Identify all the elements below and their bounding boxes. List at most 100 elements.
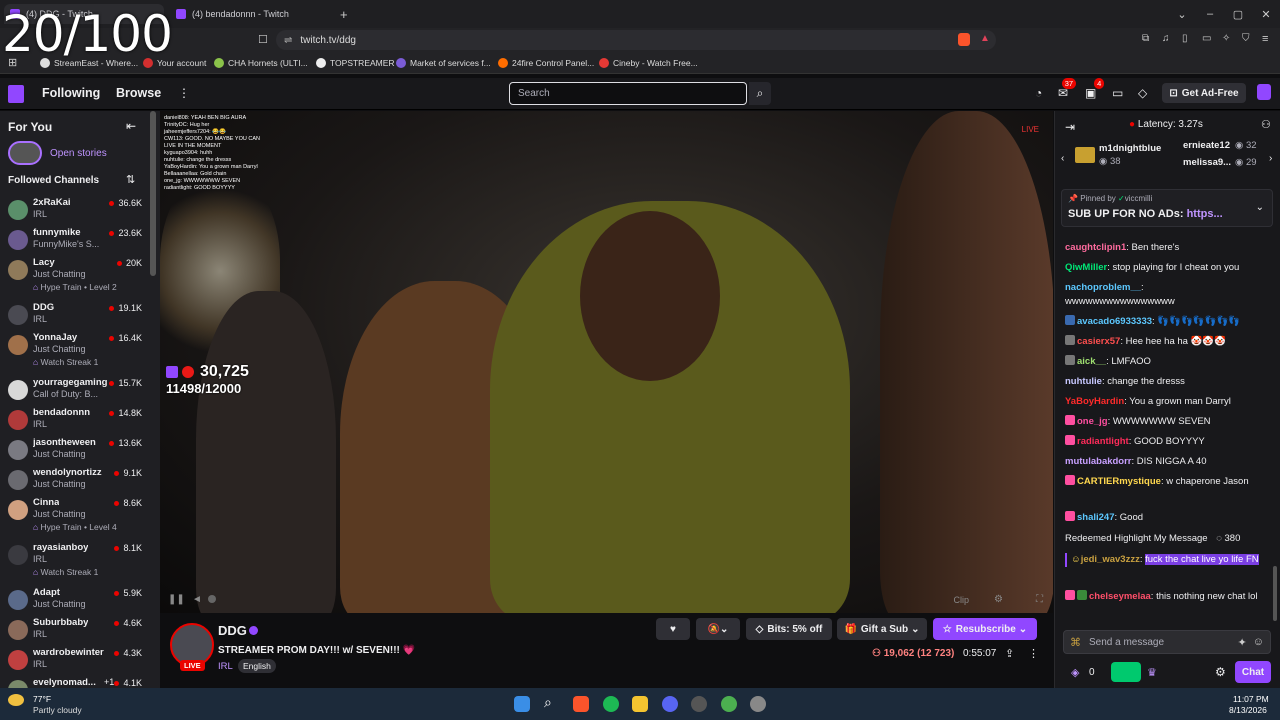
- chat-message[interactable]: casierx57: Hee hee ha ha 🤡🤡🤡: [1065, 335, 1270, 349]
- sidebar-channel-funnymike[interactable]: funnymike FunnyMike's S... 23.6K: [0, 224, 150, 254]
- chat-username[interactable]: radiantlight: [1077, 436, 1129, 447]
- stream-category[interactable]: IRL: [218, 661, 233, 672]
- sidebar-icon[interactable]: ▯: [1182, 33, 1188, 44]
- whispers-icon[interactable]: ▭: [1112, 86, 1123, 100]
- chat-message[interactable]: CARTIERmystique: w chaperone Jason: [1065, 475, 1270, 489]
- gift-sub-button[interactable]: 🎁 Gift a Sub ⌄: [837, 618, 927, 640]
- extensions-icon[interactable]: ⧉: [1142, 33, 1149, 44]
- fullscreen-icon[interactable]: ⛶: [1036, 594, 1043, 605]
- highlighted-message[interactable]: ☺jedi_wav3zzz: fuck the chat live yo lif…: [1065, 553, 1270, 567]
- bookmark-item[interactable]: TOPSTREAMER: [316, 56, 395, 70]
- open-stories[interactable]: Open stories: [8, 141, 107, 165]
- bookmark-item[interactable]: 24fire Control Panel...: [498, 56, 594, 70]
- sidebar-channel-ddg[interactable]: DDG IRL 19.1K: [0, 299, 150, 329]
- chat-message[interactable]: one_jg: WWWWWWW SEVEN: [1065, 415, 1270, 429]
- settings-icon[interactable]: ⚙: [994, 594, 1003, 605]
- bookmark-item[interactable]: Market of services f...: [396, 56, 491, 70]
- channel-points-icon[interactable]: ◈: [1071, 666, 1079, 679]
- vpn-icon[interactable]: ⛉: [1242, 33, 1250, 44]
- user-avatar-icon[interactable]: [1257, 84, 1271, 100]
- community-icon[interactable]: ⚇: [1261, 118, 1271, 131]
- discord-icon[interactable]: [662, 696, 678, 712]
- notification-bell-button[interactable]: 🔕⌄: [696, 618, 740, 640]
- windows-start-icon[interactable]: [514, 696, 530, 712]
- search-icon[interactable]: ⌕: [544, 694, 560, 710]
- leaderboard-prev-icon[interactable]: ‹: [1061, 153, 1064, 164]
- leader-name[interactable]: melissa9...: [1183, 157, 1231, 168]
- sidebar-channel-2xrakai[interactable]: 2xRaKai IRL 36.6K: [0, 194, 150, 224]
- chat-username[interactable]: one_jg: [1077, 416, 1108, 427]
- sidebar-channel-wardrobewinter[interactable]: wardrobewinter IRL 4.3K: [0, 644, 150, 674]
- chat-username[interactable]: casierx57: [1077, 336, 1120, 347]
- app-icon[interactable]: [691, 696, 707, 712]
- bookmark-icon[interactable]: ☐: [258, 33, 268, 46]
- chat-username[interactable]: caughtclipin1: [1065, 242, 1126, 253]
- pinned-link[interactable]: https...: [1187, 208, 1223, 220]
- nav-following[interactable]: Following: [42, 86, 100, 100]
- file-explorer-icon[interactable]: [632, 696, 648, 712]
- leader-name[interactable]: m1dnightblue: [1099, 143, 1161, 154]
- chat-message[interactable]: nuhtulie: change the dresss: [1065, 375, 1270, 389]
- brave-rewards-icon[interactable]: ▲: [980, 33, 990, 44]
- chat-settings-icon[interactable]: ⚙: [1215, 665, 1226, 679]
- chat-username[interactable]: nuhtulie: [1065, 376, 1102, 387]
- prime-icon[interactable]: ◔: [1035, 86, 1042, 100]
- emote-picker-icon[interactable]: ☺: [1253, 636, 1264, 648]
- share-icon[interactable]: ⇪: [1005, 647, 1014, 660]
- follow-heart-button[interactable]: ♥: [656, 618, 690, 640]
- sidebar-channel-lacy[interactable]: Lacy Just Chatting ⌂ Hype Train • Level 2 2…: [0, 254, 150, 292]
- sidebar-channel-rayasianboy[interactable]: rayasianboy IRL ⌂ Watch Streak 1 8.1K: [0, 539, 150, 577]
- search-input[interactable]: Search: [509, 82, 747, 105]
- sidebar-channel-wendolynortizz[interactable]: wendolynortizz Just Chatting 9.1K: [0, 464, 150, 494]
- settings-icon[interactable]: [750, 696, 766, 712]
- chat-scrollbar[interactable]: [1273, 566, 1277, 621]
- chat-username[interactable]: YaBoyHardin: [1065, 396, 1124, 407]
- sidebar-channel-bendadonnn[interactable]: bendadonnn IRL 14.8K: [0, 404, 150, 434]
- close-window-icon[interactable]: ✕: [1252, 8, 1280, 21]
- twitch-logo-icon[interactable]: [8, 85, 24, 103]
- chat-username[interactable]: CARTIERmystique: [1077, 476, 1161, 487]
- chat-message[interactable]: caughtclipin1: Ben there's: [1065, 241, 1270, 255]
- cheer-icon[interactable]: ✦: [1238, 636, 1247, 649]
- url-bar[interactable]: ⇌ twitch.tv/ddg: [276, 30, 996, 50]
- chat-message[interactable]: chelseymelaa: this nothing new chat lol: [1065, 590, 1270, 604]
- tab-search-icon[interactable]: ⌄: [1168, 8, 1196, 21]
- maximize-icon[interactable]: ▢: [1224, 8, 1252, 21]
- new-tab-button[interactable]: +: [334, 4, 348, 24]
- brave-browser-icon[interactable]: [573, 696, 589, 712]
- video-player[interactable]: LIVE daniel808: YEAH BEN BIG AURA Trinity…: [160, 111, 1053, 613]
- get-ad-free-button[interactable]: ⊡ Get Ad-Free: [1162, 83, 1246, 103]
- sidebar-scrollbar[interactable]: [150, 111, 156, 276]
- chat-message[interactable]: QiwMiller: stop playing for I cheat on y…: [1065, 261, 1270, 275]
- resubscribe-button[interactable]: ☆ Resubscribe ⌄: [933, 618, 1037, 640]
- chat-send-button[interactable]: Chat: [1235, 661, 1271, 683]
- chat-username[interactable]: jedi_wav3zzz: [1081, 554, 1140, 565]
- chat-message[interactable]: wwwwwwwwwwwwwwww: [1065, 295, 1270, 309]
- site-settings-icon[interactable]: ⇌: [284, 35, 292, 46]
- chat-username[interactable]: shali247: [1077, 512, 1115, 523]
- chat-username[interactable]: avacado6933333: [1077, 316, 1152, 327]
- bookmark-item[interactable]: CHA Hornets (ULTI...: [214, 56, 308, 70]
- spotify-icon[interactable]: [603, 696, 619, 712]
- more-icon[interactable]: ⋮: [178, 86, 190, 100]
- pinned-message[interactable]: 📌 Pinned by ✓viccmilli SUB UP FOR NO ADs…: [1061, 189, 1273, 227]
- sidebar-channel-suburbbaby[interactable]: Suburbbaby IRL 4.6K: [0, 614, 150, 644]
- volume-icon[interactable]: ◄: [192, 594, 202, 605]
- leaderboard-next-icon[interactable]: ›: [1269, 153, 1272, 164]
- chat-username[interactable]: nachoproblem__: [1065, 282, 1141, 293]
- channel-name[interactable]: DDG: [218, 623, 247, 638]
- collapse-chat-icon[interactable]: ⇥: [1065, 120, 1075, 134]
- chrome-icon[interactable]: [721, 696, 737, 712]
- chat-message[interactable]: avacado6933333: 👣👣👣👣👣👣👣: [1065, 315, 1270, 329]
- bits-icon[interactable]: ◇: [1138, 86, 1147, 100]
- more-options-icon[interactable]: ⋮: [1028, 647, 1039, 660]
- clip-button[interactable]: Clip: [953, 595, 969, 605]
- brave-shields-icon[interactable]: [958, 33, 970, 46]
- search-icon[interactable]: ⌕: [749, 82, 771, 105]
- notifications-icon[interactable]: ✉ 37: [1058, 78, 1077, 100]
- chat-username[interactable]: mutulabakdorr: [1065, 456, 1132, 467]
- collapse-sidebar-icon[interactable]: ⇤: [126, 119, 136, 133]
- sidebar-channel-jasontheween[interactable]: jasontheween Just Chatting 13.6K: [0, 434, 150, 464]
- sidebar-channel-cinna[interactable]: Cinna Just Chatting ⌂ Hype Train • Level 4…: [0, 494, 150, 532]
- stream-tag[interactable]: English: [238, 659, 276, 673]
